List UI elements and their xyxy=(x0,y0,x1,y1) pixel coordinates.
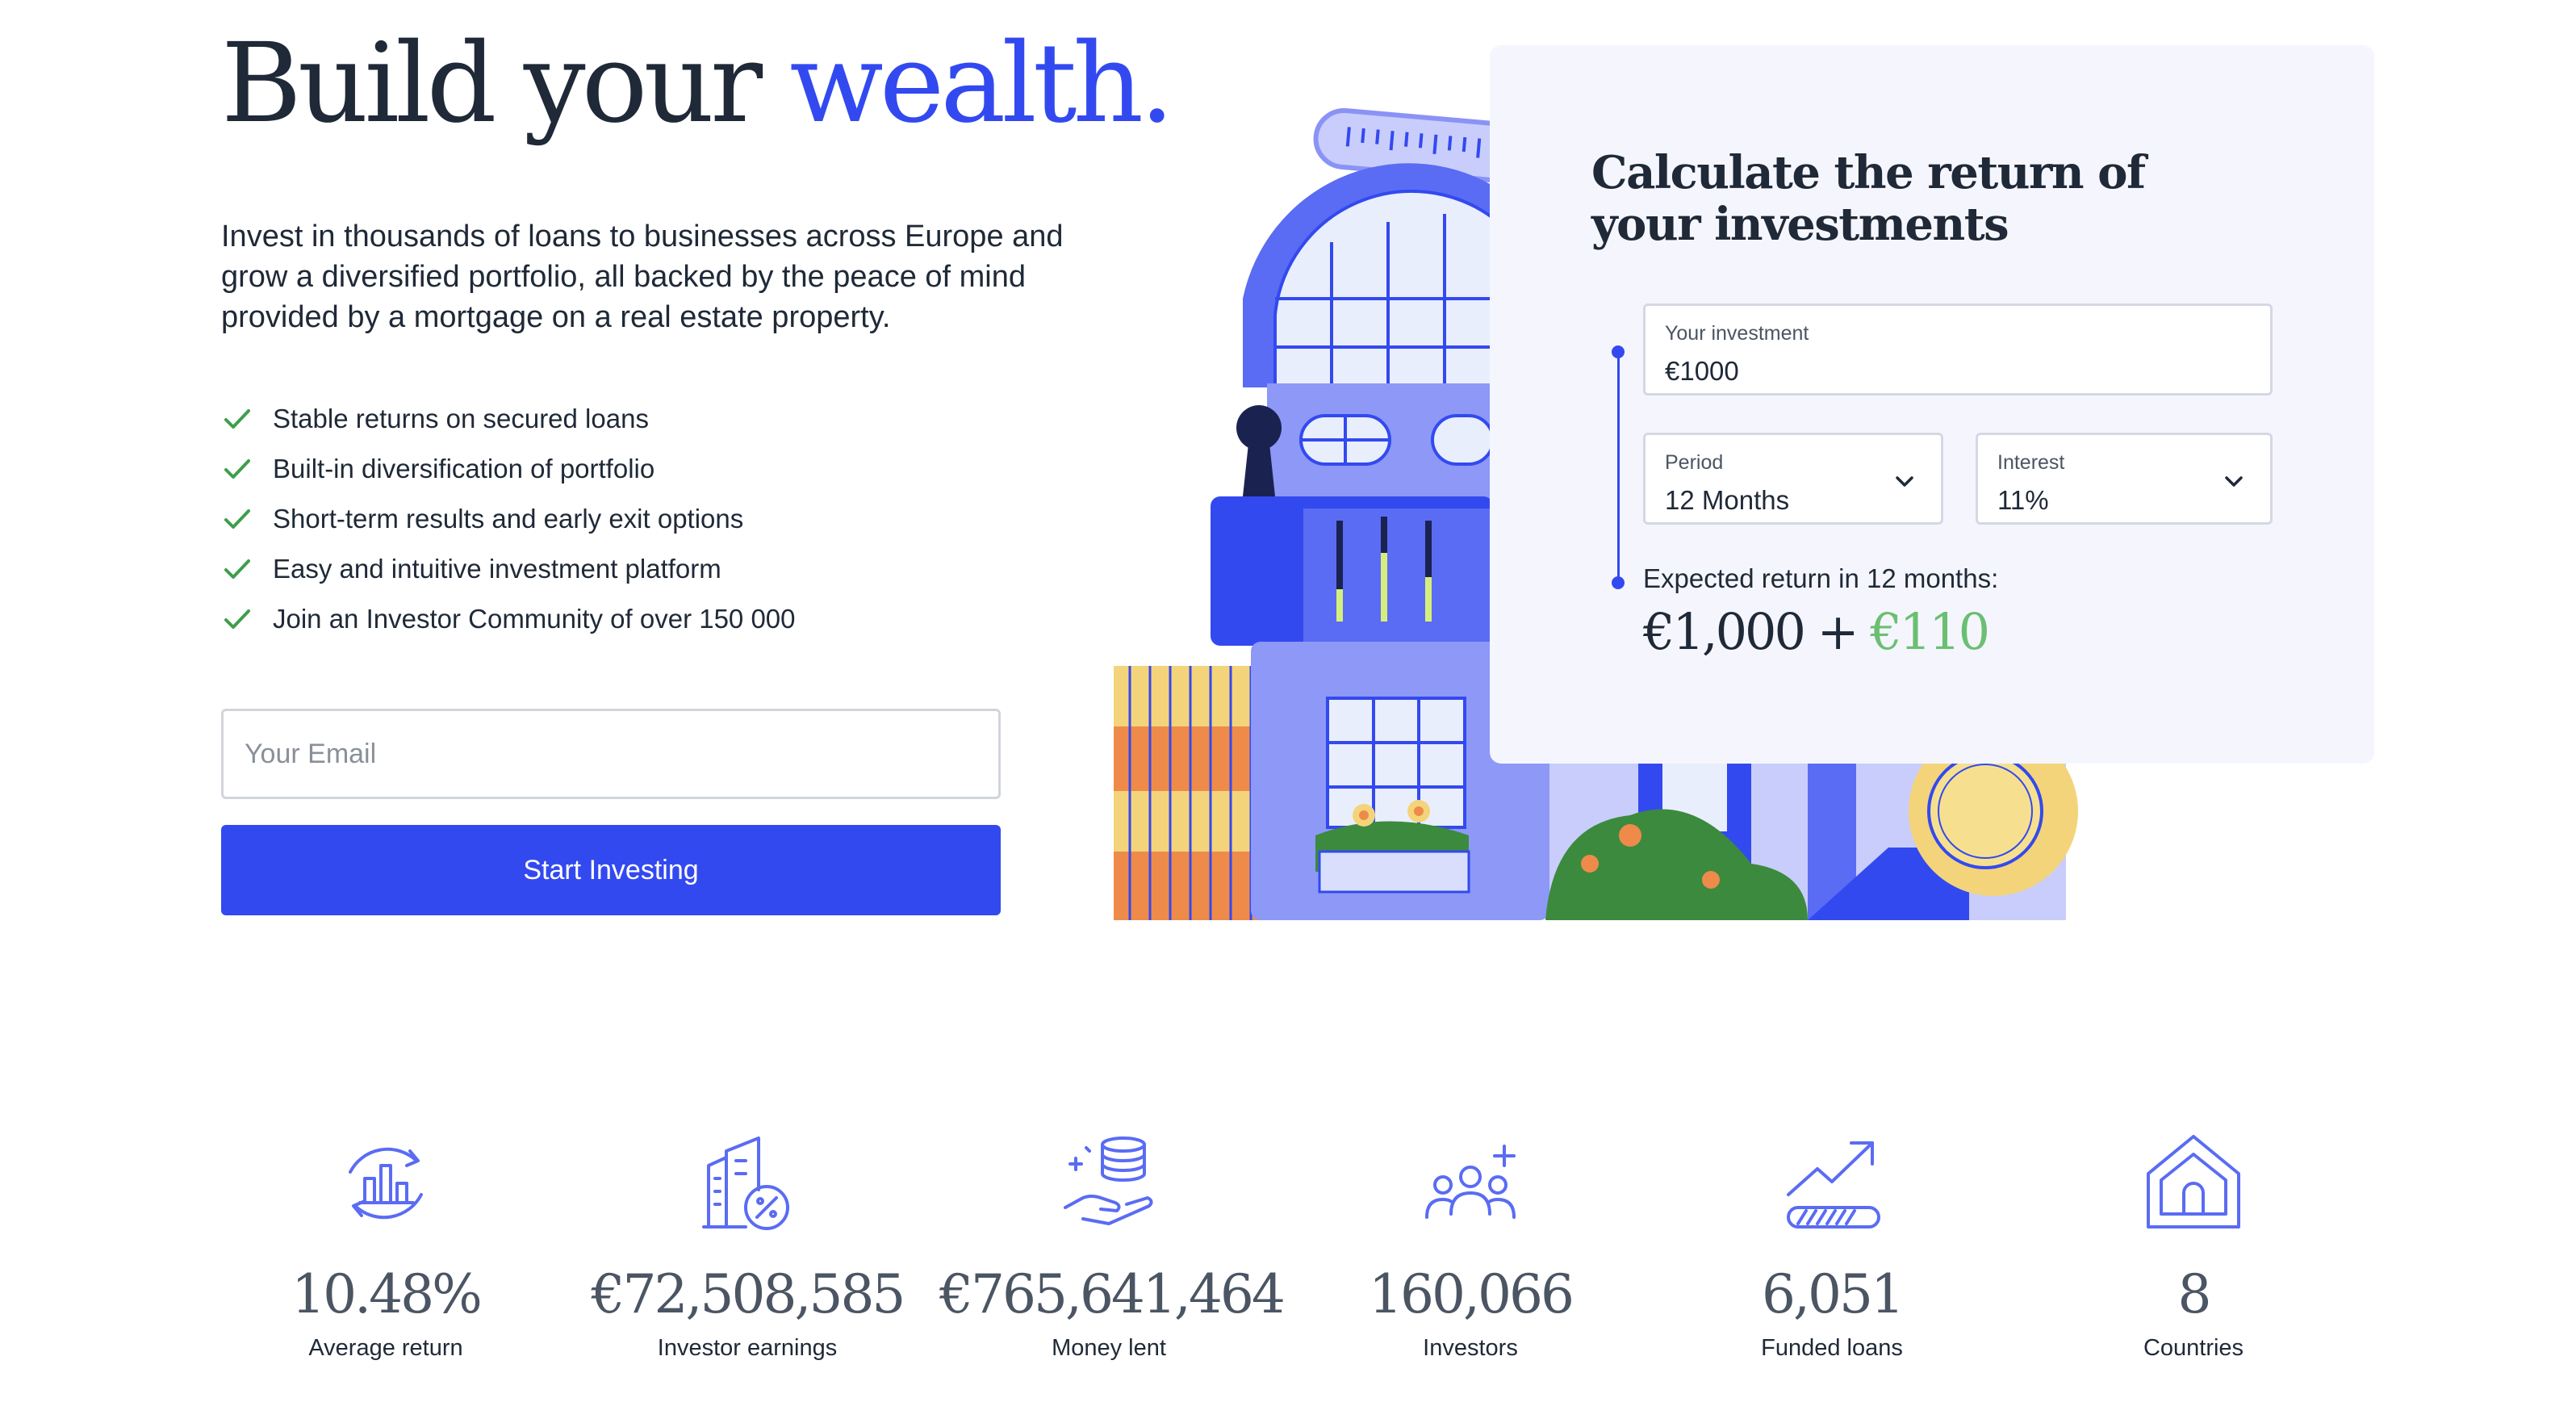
expected-plus: + xyxy=(1817,602,1859,661)
hero-title: Build your wealth. xyxy=(221,29,1174,139)
feature-item: Stable returns on secured loans xyxy=(221,394,796,444)
feature-text: Stable returns on secured loans xyxy=(273,404,649,433)
chevron-down-icon xyxy=(2225,476,2243,487)
stat-average-return: 10.48% Average return xyxy=(216,1133,555,1362)
check-icon xyxy=(221,553,253,585)
feature-item: Easy and intuitive investment platform xyxy=(221,544,796,594)
feature-list: Stable returns on secured loans Built-in… xyxy=(221,394,796,644)
feature-text: Easy and intuitive investment platform xyxy=(273,554,721,584)
growth-arrow-icon xyxy=(1787,1141,1880,1229)
stat-value: 8 xyxy=(2177,1263,2212,1325)
chevron-down-icon xyxy=(1896,476,1913,487)
check-icon xyxy=(221,503,253,535)
feature-item: Built-in diversification of portfolio xyxy=(221,444,796,494)
hand-coins-icon xyxy=(1064,1136,1153,1225)
email-input[interactable] xyxy=(221,709,1001,799)
check-icon xyxy=(221,403,253,435)
period-label: Period xyxy=(1665,451,1724,474)
stat-value: 160,066 xyxy=(1369,1263,1574,1325)
house-icon xyxy=(2147,1135,2240,1229)
period-select[interactable]: Period 12 Months xyxy=(1643,433,1943,525)
investment-value[interactable]: €1000 xyxy=(1665,356,1739,387)
hero-intro: Invest in thousands of loans to business… xyxy=(221,220,1064,334)
bar-chart-cycle-icon xyxy=(349,1147,423,1220)
feature-item: Short-term results and early exit option… xyxy=(221,494,796,544)
stat-value: 10.48% xyxy=(291,1263,483,1325)
calculator-title: Calculate the return of your investments xyxy=(1591,146,2146,251)
timeline-dot xyxy=(1612,576,1625,589)
hero-title-main: Build your xyxy=(221,20,763,148)
feature-text: Built-in diversification of portfolio xyxy=(273,454,655,483)
check-icon xyxy=(221,453,253,485)
interest-value: 11% xyxy=(1997,485,2049,515)
feature-item: Join an Investor Community of over 150 0… xyxy=(221,594,796,644)
stat-funded-loans: 6,051 Funded loans xyxy=(1662,1133,2001,1362)
expected-principal: €1,000 xyxy=(1643,602,1806,661)
stat-label: Money lent xyxy=(1052,1335,1166,1361)
stat-label: Investor earnings xyxy=(657,1335,838,1361)
timeline-line xyxy=(1617,354,1620,584)
feature-text: Short-term results and early exit option… xyxy=(273,504,744,534)
expected-return-label: Expected return in 12 months: xyxy=(1643,563,1999,593)
stat-value: €765,641,464 xyxy=(939,1263,1286,1325)
period-value: 12 Months xyxy=(1665,485,1790,515)
stat-value: 6,051 xyxy=(1762,1263,1905,1325)
investment-label: Your investment xyxy=(1665,322,1809,345)
interest-select[interactable]: Interest 11% xyxy=(1976,433,2273,525)
stat-label: Funded loans xyxy=(1761,1335,1903,1361)
stat-label: Countries xyxy=(2143,1335,2244,1361)
stat-money-lent: €765,641,464 Money lent xyxy=(939,1133,1286,1362)
stat-investor-earnings: €72,508,585 Investor earnings xyxy=(578,1133,917,1362)
investment-input[interactable]: Your investment €1000 xyxy=(1643,303,2273,396)
check-icon xyxy=(221,603,253,635)
expected-gain: €110 xyxy=(1870,602,1990,661)
stat-label: Investors xyxy=(1423,1335,1518,1361)
stat-investors: 160,066 Investors xyxy=(1301,1133,1640,1362)
expected-return-value: €1,000 + €110 xyxy=(1643,602,1990,661)
start-investing-button[interactable]: Start Investing xyxy=(221,825,1001,915)
stat-value: €72,508,585 xyxy=(591,1263,906,1325)
feature-text: Join an Investor Community of over 150 0… xyxy=(273,604,796,634)
stat-label: Average return xyxy=(308,1335,463,1361)
building-percent-icon xyxy=(702,1136,789,1230)
stat-countries: 8 Countries xyxy=(2024,1133,2363,1362)
timeline-dot xyxy=(1612,345,1625,358)
people-add-icon xyxy=(1425,1145,1516,1219)
interest-label: Interest xyxy=(1997,451,2065,474)
